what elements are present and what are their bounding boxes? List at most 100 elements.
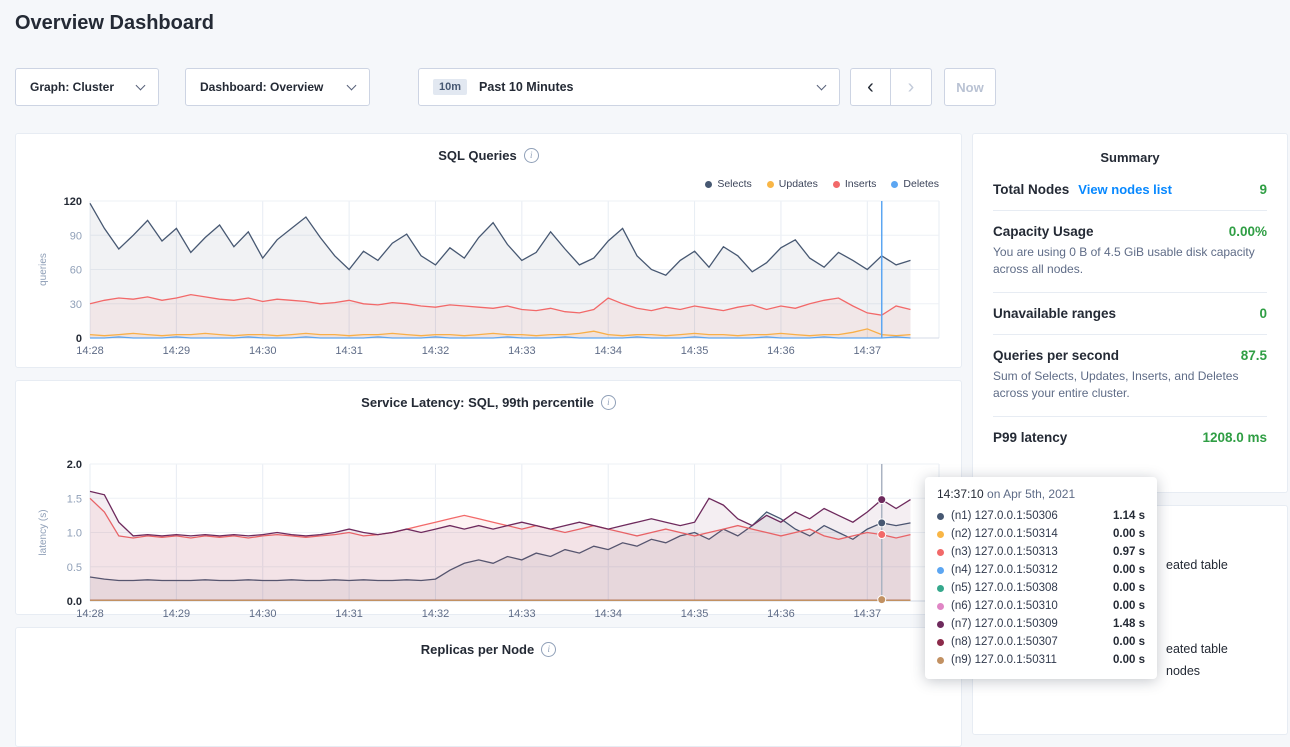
- tooltip-node-row: (n5) 127.0.0.1:50308 0.00 s: [937, 579, 1145, 597]
- legend-item[interactable]: Inserts: [833, 178, 877, 190]
- info-icon[interactable]: i: [601, 395, 616, 410]
- svg-text:14:35: 14:35: [681, 608, 709, 620]
- svg-text:14:36: 14:36: [767, 345, 795, 357]
- capacity-usage-label: Capacity Usage: [993, 224, 1094, 239]
- node-address-label: (n5) 127.0.0.1:50308: [951, 582, 1058, 594]
- legend-item[interactable]: Updates: [767, 178, 818, 190]
- graph-selector-dropdown[interactable]: Graph: Cluster: [15, 68, 159, 106]
- tooltip-node-row: (n8) 127.0.0.1:50307 0.00 s: [937, 633, 1145, 651]
- svg-text:14:31: 14:31: [335, 345, 363, 357]
- summary-item-queries-per-second: Queries per second 87.5 Sum of Selects, …: [993, 334, 1267, 416]
- p99-latency-value: 1208.0 ms: [1202, 430, 1267, 445]
- summary-item-capacity-usage: Capacity Usage 0.00% You are using 0 B o…: [993, 210, 1267, 292]
- node-color-dot-icon: [937, 513, 944, 520]
- node-latency-value: 0.00 s: [1113, 582, 1145, 594]
- svg-text:latency (s): latency (s): [38, 509, 49, 555]
- svg-text:0: 0: [76, 333, 82, 345]
- tooltip-node-row: (n6) 127.0.0.1:50310 0.00 s: [937, 597, 1145, 615]
- node-color-dot-icon: [937, 567, 944, 574]
- summary-item-p99-latency: P99 latency 1208.0 ms: [993, 416, 1267, 458]
- svg-text:14:29: 14:29: [163, 608, 191, 620]
- svg-text:14:34: 14:34: [594, 608, 622, 620]
- tooltip-node-row: (n9) 127.0.0.1:503110.00 s: [937, 651, 1145, 669]
- chart-hover-tooltip: 14:37:10 on Apr 5th, 2021 (n1) 127.0.0.1…: [925, 477, 1157, 679]
- queries-per-second-description: Sum of Selects, Updates, Inserts, and De…: [993, 368, 1267, 403]
- svg-text:2.0: 2.0: [67, 459, 82, 471]
- unavailable-ranges-label: Unavailable ranges: [993, 306, 1116, 321]
- tooltip-node-row: (n3) 127.0.0.1:50313 0.97 s: [937, 543, 1145, 561]
- time-range-badge: 10m: [433, 79, 467, 95]
- dashboard-selector-dropdown[interactable]: Dashboard: Overview: [185, 68, 370, 106]
- tooltip-timestamp: 14:37:10 on Apr 5th, 2021: [937, 487, 1145, 501]
- graph-selector-label: Graph: Cluster: [30, 80, 114, 94]
- view-nodes-list-link[interactable]: View nodes list: [1078, 182, 1172, 197]
- legend-dot-icon: [833, 181, 840, 188]
- svg-text:14:29: 14:29: [163, 345, 191, 357]
- event-text-fragment: eated table: [1166, 642, 1228, 656]
- now-button[interactable]: Now: [944, 68, 996, 106]
- svg-text:0.5: 0.5: [67, 562, 82, 574]
- charts-column: SQL Queries i Selects Updates Inserts Delet…: [15, 133, 962, 747]
- chevron-down-icon: [347, 80, 357, 90]
- queries-per-second-label: Queries per second: [993, 348, 1119, 363]
- dashboard-selector-label: Dashboard: Overview: [200, 80, 323, 94]
- sql-queries-chart-title: SQL Queries: [438, 148, 517, 163]
- node-address-label: (n8) 127.0.0.1:50307: [951, 636, 1058, 648]
- svg-text:30: 30: [70, 299, 82, 311]
- tooltip-node-row: (n2) 127.0.0.1:503140.00 s: [937, 525, 1145, 543]
- svg-text:queries: queries: [38, 253, 49, 286]
- legend-item[interactable]: Selects: [705, 178, 751, 190]
- sql-queries-card: SQL Queries i Selects Updates Inserts Delet…: [15, 133, 962, 368]
- svg-text:14:31: 14:31: [335, 608, 363, 620]
- tooltip-node-rows: (n1) 127.0.0.1:50306 1.14 s (n2) 127.0.0.1…: [937, 507, 1145, 669]
- svg-text:90: 90: [70, 230, 82, 242]
- time-next-button[interactable]: ›: [891, 68, 932, 106]
- page-title: Overview Dashboard: [15, 12, 214, 35]
- queries-per-second-value: 87.5: [1241, 348, 1267, 363]
- legend-dot-icon: [705, 181, 712, 188]
- time-range-label: Past 10 Minutes: [479, 80, 573, 94]
- summary-card: Summary Total Nodes View nodes list 9 Ca…: [972, 133, 1288, 493]
- node-color-dot-icon: [937, 585, 944, 592]
- node-latency-value: 0.00 s: [1113, 636, 1145, 648]
- replicas-chart-title: Replicas per Node: [421, 642, 534, 657]
- svg-text:14:28: 14:28: [76, 345, 104, 357]
- node-address-label: (n7) 127.0.0.1:50309: [951, 618, 1058, 630]
- svg-text:14:33: 14:33: [508, 608, 536, 620]
- time-range-selector[interactable]: 10m Past 10 Minutes: [418, 68, 840, 106]
- node-address-label: (n6) 127.0.0.1:50310: [951, 600, 1058, 612]
- service-latency-chart[interactable]: 14:2814:2914:3014:3114:3214:3314:3414:35…: [32, 454, 947, 626]
- node-latency-value: 1.14 s: [1113, 510, 1145, 522]
- info-icon[interactable]: i: [541, 642, 556, 657]
- chevron-right-icon: ›: [908, 76, 915, 99]
- svg-text:14:35: 14:35: [681, 345, 709, 357]
- unavailable-ranges-value: 0: [1259, 306, 1267, 321]
- tooltip-node-row: (n7) 127.0.0.1:50309 1.48 s: [937, 615, 1145, 633]
- svg-text:14:33: 14:33: [508, 345, 536, 357]
- time-prev-button[interactable]: ‹: [850, 68, 891, 106]
- node-address-label: (n1) 127.0.0.1:50306: [951, 510, 1058, 522]
- tooltip-node-row: (n1) 127.0.0.1:50306 1.14 s: [937, 507, 1145, 525]
- node-latency-value: 0.00 s: [1113, 600, 1145, 612]
- svg-text:14:32: 14:32: [422, 345, 450, 357]
- svg-text:14:30: 14:30: [249, 345, 277, 357]
- svg-text:1.5: 1.5: [67, 493, 82, 505]
- node-latency-value: 1.48 s: [1113, 618, 1145, 630]
- capacity-usage-description: You are using 0 B of 4.5 GiB usable disk…: [993, 244, 1267, 279]
- sql-queries-chart[interactable]: 14:2814:2914:3014:3114:3214:3314:3414:35…: [32, 191, 947, 363]
- svg-text:14:37: 14:37: [854, 345, 882, 357]
- node-latency-value: 0.97 s: [1113, 546, 1145, 558]
- legend-dot-icon: [767, 181, 774, 188]
- node-color-dot-icon: [937, 621, 944, 628]
- info-icon[interactable]: i: [524, 148, 539, 163]
- legend-item[interactable]: Deletes: [891, 178, 939, 190]
- node-latency-value: 0.00 s: [1113, 564, 1145, 576]
- svg-text:1.0: 1.0: [67, 528, 82, 540]
- node-latency-value: 0.00 s: [1113, 528, 1145, 540]
- node-address-label: (n3) 127.0.0.1:50313: [951, 546, 1058, 558]
- service-latency-card: Service Latency: SQL, 99th percentile i …: [15, 380, 962, 615]
- p99-latency-label: P99 latency: [993, 430, 1067, 445]
- summary-title: Summary: [993, 150, 1267, 165]
- svg-text:60: 60: [70, 265, 82, 277]
- summary-item-unavailable-ranges: Unavailable ranges 0: [993, 292, 1267, 334]
